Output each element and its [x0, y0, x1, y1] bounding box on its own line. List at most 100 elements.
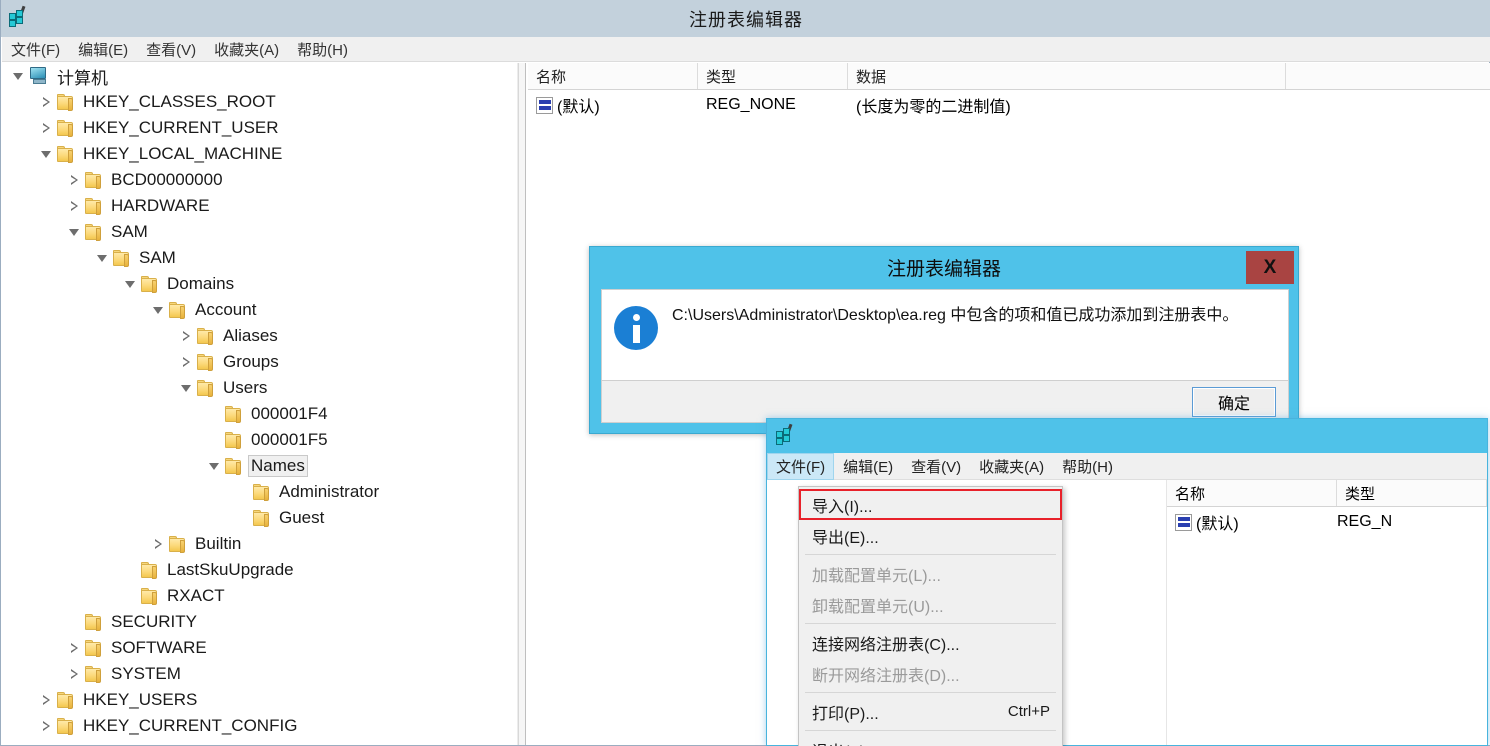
second-window-titlebar: [767, 419, 1487, 453]
tree-item-hkey-users[interactable]: HKEY_USERS: [2, 687, 517, 713]
column-header-name[interactable]: 名称: [528, 63, 698, 89]
tree-item-hkey-current-user[interactable]: HKEY_CURRENT_USER: [2, 115, 517, 141]
menu-item-0[interactable]: 导入(I)...: [799, 489, 1062, 520]
tree-item-000001f4[interactable]: 000001F4: [2, 401, 517, 427]
tree-item-builtin[interactable]: Builtin: [2, 531, 517, 557]
tree-item-label: Groups: [223, 352, 279, 371]
tree-item-hkey-classes-root[interactable]: HKEY_CLASSES_ROOT: [2, 89, 517, 115]
close-icon[interactable]: X: [1246, 251, 1294, 284]
folder-icon: [140, 587, 160, 605]
column-header-name[interactable]: 名称: [1167, 480, 1337, 506]
tree-item-users[interactable]: Users: [2, 375, 517, 401]
values-column-header: 名称 类型 数据: [528, 63, 1490, 90]
chevron-right-icon[interactable]: [150, 531, 168, 557]
chevron-down-icon[interactable]: [150, 297, 168, 323]
tree-item-software[interactable]: SOFTWARE: [2, 635, 517, 661]
chevron-right-icon[interactable]: [178, 323, 196, 349]
menu-favorites[interactable]: 收藏夹(A): [970, 453, 1053, 480]
chevron-down-icon[interactable]: [10, 63, 28, 89]
menu-file[interactable]: 文件(F): [767, 452, 835, 480]
tree-item-bcd00000000[interactable]: BCD00000000: [2, 167, 517, 193]
menu-separator: [805, 730, 1056, 731]
menu-edit[interactable]: 编辑(E): [69, 37, 137, 62]
tree-item-hkey-local-machine[interactable]: HKEY_LOCAL_MACHINE: [2, 141, 517, 167]
chevron-down-icon[interactable]: [38, 141, 56, 167]
tree-item-label: Names: [248, 455, 308, 477]
chevron-right-icon[interactable]: [38, 713, 56, 739]
folder-icon: [56, 93, 76, 111]
tree-item-label: HKEY_CURRENT_CONFIG: [83, 716, 298, 735]
tree-item-system[interactable]: SYSTEM: [2, 661, 517, 687]
ok-button[interactable]: 确定: [1192, 386, 1276, 417]
tree-item-account[interactable]: Account: [2, 297, 517, 323]
menu-item-6[interactable]: 连接网络注册表(C)...: [799, 627, 1062, 658]
chevron-down-icon[interactable]: [66, 219, 84, 245]
chevron-right-icon[interactable]: [178, 349, 196, 375]
column-header-blank[interactable]: [1286, 63, 1490, 89]
column-header-type[interactable]: 类型: [698, 63, 848, 89]
tree-item-000001f5[interactable]: 000001F5: [2, 427, 517, 453]
menu-view[interactable]: 查看(V): [902, 453, 970, 480]
menu-view[interactable]: 查看(V): [137, 37, 205, 62]
dialog-titlebar: 注册表编辑器 X: [590, 247, 1298, 288]
tree-item-sam[interactable]: SAM: [2, 219, 517, 245]
dialog-message: C:\Users\Administrator\Desktop\ea.reg 中包…: [672, 307, 1239, 324]
tree-item-hkey-current-config[interactable]: HKEY_CURRENT_CONFIG: [2, 713, 517, 739]
menu-file[interactable]: 文件(F): [2, 37, 69, 62]
value-type-cell: REG_NONE: [706, 96, 796, 113]
chevron-right-icon[interactable]: [66, 661, 84, 687]
menu-item-11[interactable]: 退出(X): [799, 734, 1062, 746]
tree-item-label: Domains: [167, 274, 235, 293]
chevron-down-icon[interactable]: [178, 375, 196, 401]
chevron-right-icon[interactable]: [38, 687, 56, 713]
main-window-title: 注册表编辑器: [689, 10, 803, 30]
tree-item-domains[interactable]: Domains: [2, 271, 517, 297]
folder-icon: [56, 145, 76, 163]
tree-item-lastskuupgrade[interactable]: LastSkuUpgrade: [2, 557, 517, 583]
value-data-cell: (长度为零的二进制值): [856, 99, 1011, 116]
main-window-menubar: 文件(F) 编辑(E) 查看(V) 收藏夹(A) 帮助(H): [2, 37, 1490, 62]
tree-item-sam[interactable]: SAM: [2, 245, 517, 271]
folder-icon: [252, 509, 272, 527]
chevron-right-icon[interactable]: [38, 115, 56, 141]
chevron-down-icon[interactable]: [122, 271, 140, 297]
menu-item-label: 加载配置单元(L)...: [812, 567, 941, 585]
column-header-type[interactable]: 类型: [1337, 480, 1487, 506]
tree-item--[interactable]: 计算机: [2, 63, 517, 89]
menu-item-9[interactable]: 打印(P)... Ctrl+P: [799, 696, 1062, 727]
chevron-right-icon[interactable]: [66, 193, 84, 219]
folder-icon: [196, 327, 216, 345]
registry-tree-panel[interactable]: 计算机 HKEY_CLASSES_ROOT HKEY_CURRENT_USER HKE…: [2, 63, 518, 745]
tree-item-guest[interactable]: Guest: [2, 505, 517, 531]
panel-splitter[interactable]: [518, 63, 526, 745]
chevron-right-icon[interactable]: [66, 635, 84, 661]
folder-icon: [84, 223, 104, 241]
tree-item-aliases[interactable]: Aliases: [2, 323, 517, 349]
tree-item-security[interactable]: SECURITY: [2, 609, 517, 635]
chevron-down-icon[interactable]: [94, 245, 112, 271]
menu-item-1[interactable]: 导出(E)...: [799, 520, 1062, 551]
chevron-down-icon[interactable]: [206, 453, 224, 479]
menu-favorites[interactable]: 收藏夹(A): [205, 37, 288, 62]
tree-item-administrator[interactable]: Administrator: [2, 479, 517, 505]
chevron-right-icon[interactable]: [66, 167, 84, 193]
menu-edit[interactable]: 编辑(E): [834, 453, 902, 480]
second-registry-values-panel[interactable]: 名称 类型 (默认) REG_N: [1167, 480, 1487, 745]
tree-item-hardware[interactable]: HARDWARE: [2, 193, 517, 219]
menu-help[interactable]: 帮助(H): [1053, 453, 1122, 480]
tree-item-groups[interactable]: Groups: [2, 349, 517, 375]
tree-item-label: 计算机: [57, 68, 108, 88]
value-name-text: (默认): [1196, 516, 1239, 533]
table-row[interactable]: (默认) REG_N: [1167, 507, 1487, 537]
regedit-icon: [774, 423, 798, 448]
column-header-data[interactable]: 数据: [848, 63, 1286, 89]
tree-item-label: SAM: [111, 222, 148, 241]
tree-item-label: SYSTEM: [111, 664, 181, 683]
table-row[interactable]: (默认) REG_NONE (长度为零的二进制值): [528, 90, 1490, 120]
chevron-right-icon[interactable]: [38, 89, 56, 115]
menu-help[interactable]: 帮助(H): [288, 37, 357, 62]
tree-item-names[interactable]: Names: [2, 453, 517, 479]
tree-item-rxact[interactable]: RXACT: [2, 583, 517, 609]
